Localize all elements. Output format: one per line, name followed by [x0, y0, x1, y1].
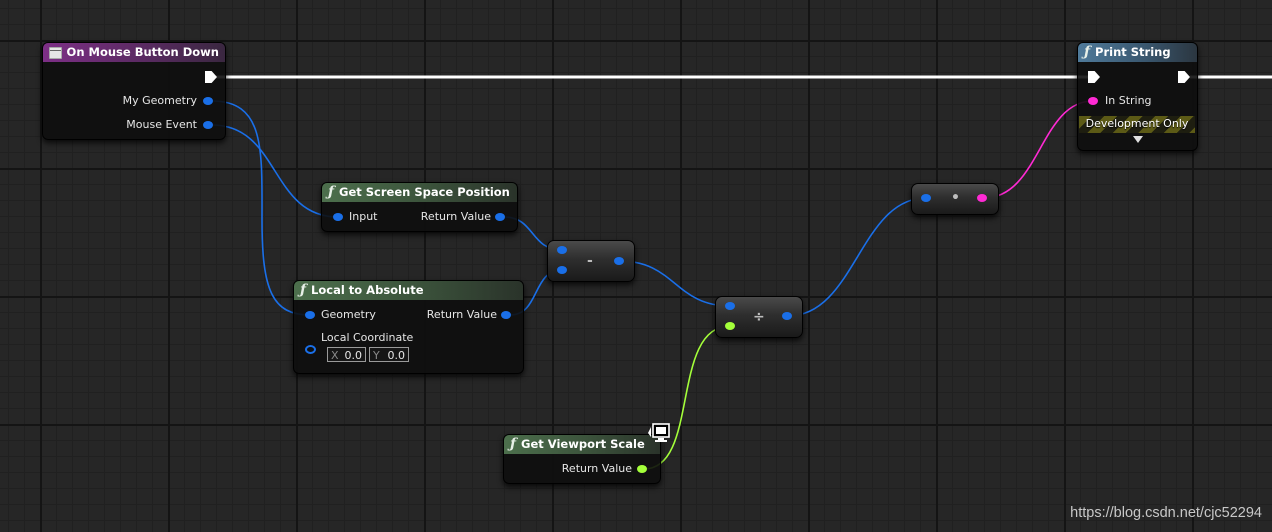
pin-label-input: Input: [349, 210, 378, 223]
pin-label-geometry: Geometry: [321, 308, 376, 321]
function-icon: ƒ: [510, 436, 517, 452]
function-icon: ƒ: [300, 282, 307, 298]
to-string-output-pin[interactable]: [977, 194, 987, 202]
pin-label-local-coordinate: Local Coordinate: [321, 331, 414, 344]
return-value-pin[interactable]: [501, 311, 511, 319]
wire-divide-to-string[interactable]: [787, 197, 927, 317]
watermark: https://blog.csdn.net/cjc52294: [1070, 505, 1262, 521]
get-viewport-scale-node[interactable]: ƒ Get Viewport Scale: [503, 434, 661, 484]
local-coordinate-y-field[interactable]: Y 0.0: [369, 347, 409, 362]
blueprint-graph-canvas[interactable]: On Mouse Button Down My Geometry Mouse E…: [0, 0, 1272, 532]
node-header[interactable]: ƒ Get Screen Space Position: [322, 183, 517, 202]
y-axis-label: Y: [373, 349, 380, 362]
pin-label-in-string: In String: [1105, 94, 1152, 107]
divide-input-b-pin[interactable]: [725, 322, 735, 330]
my-geometry-pin[interactable]: [203, 97, 213, 105]
function-icon: ƒ: [328, 184, 335, 200]
pin-label-return-value: Return Value: [426, 308, 497, 321]
wire-mouse-event-to-input[interactable]: [211, 124, 339, 218]
node-title: Get Viewport Scale: [521, 437, 645, 451]
node-header[interactable]: ƒ Print String: [1078, 43, 1197, 62]
pin-label-my-geometry: My Geometry: [122, 94, 197, 107]
chevron-down-icon[interactable]: [1133, 136, 1143, 143]
divide-output-pin[interactable]: [782, 312, 792, 320]
pin-label-return-value: Return Value: [420, 210, 491, 223]
x-value: 0.0: [344, 349, 363, 362]
pin-label-mouse-event: Mouse Event: [126, 118, 197, 131]
wire-subtract-to-divide[interactable]: [619, 260, 731, 307]
event-icon: [49, 46, 62, 59]
node-title: Local to Absolute: [311, 283, 424, 297]
local-coordinate-x-field[interactable]: X 0.0: [327, 347, 366, 362]
mouse-event-pin[interactable]: [203, 121, 213, 129]
function-icon: ƒ: [1084, 44, 1091, 60]
subtract-symbol: -: [587, 253, 593, 269]
geometry-pin[interactable]: [305, 311, 315, 319]
divide-symbol: ÷: [753, 309, 765, 325]
return-value-pin[interactable]: [637, 465, 647, 473]
node-title: Print String: [1095, 45, 1171, 59]
node-title: Get Screen Space Position: [339, 185, 510, 199]
x-axis-label: X: [331, 349, 339, 362]
node-header[interactable]: On Mouse Button Down: [43, 43, 225, 62]
get-screen-space-position-node[interactable]: ƒ Get Screen Space Position: [321, 182, 518, 232]
development-only-label: Development Only: [1085, 117, 1189, 130]
subtract-input-b-pin[interactable]: [557, 266, 567, 274]
pin-label-return-value: Return Value: [561, 462, 632, 475]
monitor-icon: [648, 423, 670, 442]
node-header[interactable]: ƒ Local to Absolute: [294, 281, 523, 300]
to-string-symbol: •: [951, 190, 960, 206]
divide-input-a-pin[interactable]: [725, 302, 735, 310]
node-title: On Mouse Button Down: [66, 45, 219, 59]
local-coordinate-pin[interactable]: [305, 345, 316, 354]
subtract-output-pin[interactable]: [614, 257, 624, 265]
node-header[interactable]: ƒ Get Viewport Scale: [504, 435, 660, 454]
to-string-input-pin[interactable]: [921, 194, 931, 202]
y-value: 0.0: [387, 349, 406, 362]
return-value-pin[interactable]: [495, 213, 505, 221]
input-pin[interactable]: [333, 213, 343, 221]
in-string-pin[interactable]: [1088, 97, 1098, 105]
subtract-input-a-pin[interactable]: [557, 246, 567, 254]
